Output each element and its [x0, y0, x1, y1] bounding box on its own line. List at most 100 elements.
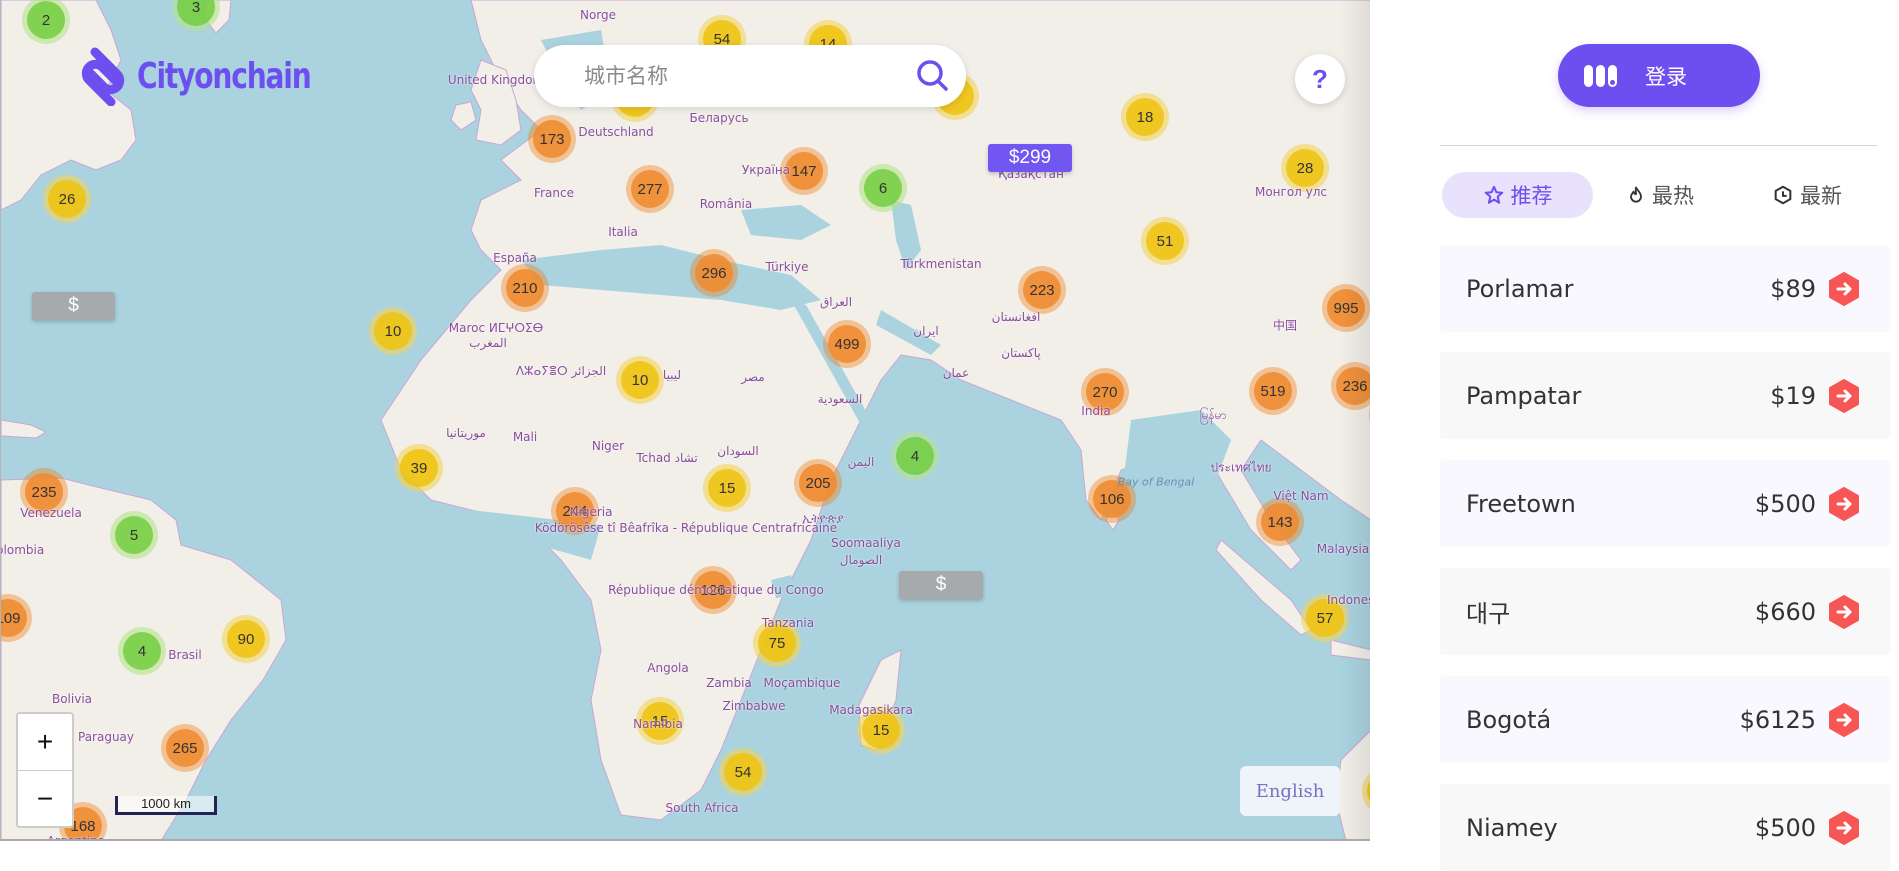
- map-cluster-marker[interactable]: 265: [161, 724, 209, 772]
- country-label: Nigeria: [569, 505, 613, 519]
- map-cluster-marker[interactable]: 995: [1322, 284, 1370, 332]
- country-label: Türkiye: [765, 260, 809, 274]
- map-cluster-marker[interactable]: 10: [369, 307, 417, 355]
- tab-hottest[interactable]: 最热: [1590, 172, 1730, 218]
- price-tag[interactable]: $: [32, 292, 115, 320]
- arrow-right-icon[interactable]: [1828, 486, 1860, 521]
- cluster-count: 51: [1146, 222, 1184, 260]
- country-label: ليبيا: [662, 368, 682, 382]
- cluster-count: 4: [896, 437, 934, 475]
- city-list-item[interactable]: Freetown $500: [1440, 460, 1890, 547]
- arrow-right-icon[interactable]: [1828, 378, 1860, 413]
- cluster-count: 2: [27, 1, 65, 39]
- tab-newest[interactable]: 最新: [1734, 172, 1880, 218]
- map-cluster-marker[interactable]: 4: [891, 432, 939, 480]
- cluster-count: 205: [799, 464, 837, 502]
- country-label: Tchad تشاد: [636, 451, 698, 465]
- arrow-right-icon[interactable]: [1828, 271, 1860, 306]
- tab-label: 推荐: [1510, 184, 1553, 208]
- country-label: المغرب: [469, 336, 507, 350]
- login-button[interactable]: 登录: [1558, 44, 1760, 107]
- cluster-count: 28: [1286, 149, 1324, 187]
- city-list-item[interactable]: Porlamar $89: [1440, 245, 1890, 332]
- city-price: $660: [1754, 597, 1816, 626]
- zoom-in-button[interactable]: +: [18, 714, 72, 771]
- price-tag[interactable]: $: [899, 571, 983, 599]
- tab-recommended[interactable]: 推荐: [1442, 172, 1593, 218]
- city-price: $19: [1770, 381, 1816, 410]
- login-label: 登录: [1645, 64, 1687, 89]
- map-cluster-marker[interactable]: 51: [1141, 217, 1189, 265]
- city-search-input[interactable]: [582, 63, 886, 89]
- price-tag[interactable]: $299: [988, 144, 1072, 172]
- divider: [1440, 145, 1877, 146]
- help-button[interactable]: ?: [1295, 54, 1345, 104]
- map-cluster-marker[interactable]: 6: [859, 164, 907, 212]
- country-label: Venezuela: [20, 506, 82, 520]
- flame-icon: [1630, 186, 1642, 203]
- search-icon[interactable]: [916, 59, 950, 97]
- map-cluster-marker[interactable]: 499: [823, 320, 871, 368]
- country-label: السودان: [717, 444, 759, 458]
- cluster-count: 5: [115, 516, 153, 554]
- country-label: España: [493, 251, 537, 265]
- map-cluster-marker[interactable]: 26: [43, 175, 91, 223]
- zoom-out-button[interactable]: −: [18, 771, 72, 827]
- map-cluster-marker[interactable]: 223: [1018, 266, 1066, 314]
- clock-icon: [1774, 185, 1792, 205]
- map-cluster-marker[interactable]: 519: [1249, 367, 1297, 415]
- language-toggle-button[interactable]: English: [1240, 766, 1340, 816]
- cluster-count: 173: [533, 120, 571, 158]
- arrow-right-icon[interactable]: [1828, 810, 1860, 845]
- country-label: ኢትዮጵያ: [802, 511, 844, 526]
- country-label: Беларусь: [689, 111, 749, 125]
- brand-logo[interactable]: Cityonchain: [77, 46, 360, 106]
- country-label: ایران: [913, 324, 939, 338]
- question-icon: ?: [1312, 63, 1328, 94]
- map-cluster-marker[interactable]: 5: [110, 511, 158, 559]
- city-price: $500: [1754, 489, 1816, 518]
- country-label: South Africa: [665, 801, 739, 815]
- map-cluster-marker[interactable]: 90: [222, 615, 270, 663]
- map-cluster-marker[interactable]: 210: [501, 264, 549, 312]
- country-label: Deutschland: [578, 125, 654, 139]
- country-label: Colombia: [1, 543, 45, 557]
- map-cluster-marker[interactable]: 296: [690, 249, 738, 297]
- map-cluster-marker[interactable]: 15: [703, 464, 751, 512]
- country-label: Maroc ⵍⵎⵖⵔⵉⴱ: [448, 321, 544, 335]
- country-label: Madagasikara: [829, 703, 913, 717]
- map-cluster-marker[interactable]: 205: [794, 459, 842, 507]
- country-label: Niger: [591, 439, 625, 453]
- map-cluster-marker[interactable]: 18: [1121, 93, 1169, 141]
- country-label: افغانستان: [991, 310, 1041, 324]
- country-label: Norge: [579, 8, 617, 22]
- cluster-count: 236: [1336, 367, 1370, 405]
- city-list-item[interactable]: Bogotá $6125: [1440, 676, 1890, 763]
- city-list-item[interactable]: Niamey $500: [1440, 784, 1890, 871]
- map-cluster-marker[interactable]: 39: [395, 444, 443, 492]
- cluster-count: 18: [1126, 98, 1164, 136]
- arrow-right-icon[interactable]: [1828, 594, 1860, 629]
- map-cluster-marker[interactable]: 143: [1256, 498, 1304, 546]
- country-label: Ködörösêse tî Bêafrîka - République Cent…: [534, 521, 838, 535]
- cluster-count: 39: [400, 449, 438, 487]
- map-cluster-marker[interactable]: 173: [528, 115, 576, 163]
- city-search-bar[interactable]: [534, 45, 966, 107]
- map-cluster-marker[interactable]: 4: [118, 627, 166, 675]
- country-label: عمان: [942, 366, 970, 380]
- country-label: العراق: [819, 295, 853, 309]
- arrow-right-icon[interactable]: [1828, 702, 1860, 737]
- world-map[interactable]: 2 3 54 14 26 173 277 147 6 18 28 51 296 210 223 995 10 49…: [0, 0, 1370, 841]
- country-label: مصر: [741, 370, 765, 384]
- country-label: India: [1081, 404, 1111, 418]
- city-list-item[interactable]: 대구 $660: [1440, 568, 1890, 655]
- tab-label: 最新: [1800, 184, 1842, 208]
- cluster-count: 265: [166, 729, 204, 767]
- map-cluster-marker[interactable]: 54: [719, 748, 767, 796]
- map-cluster-marker[interactable]: 277: [626, 165, 674, 213]
- country-label: France: [534, 186, 574, 200]
- city-list-item[interactable]: Pampatar $19: [1440, 352, 1890, 439]
- city-name: 대구: [1466, 600, 1511, 628]
- map-cluster-marker[interactable]: 10: [616, 356, 664, 404]
- country-label: Việt Nam: [1273, 489, 1329, 503]
